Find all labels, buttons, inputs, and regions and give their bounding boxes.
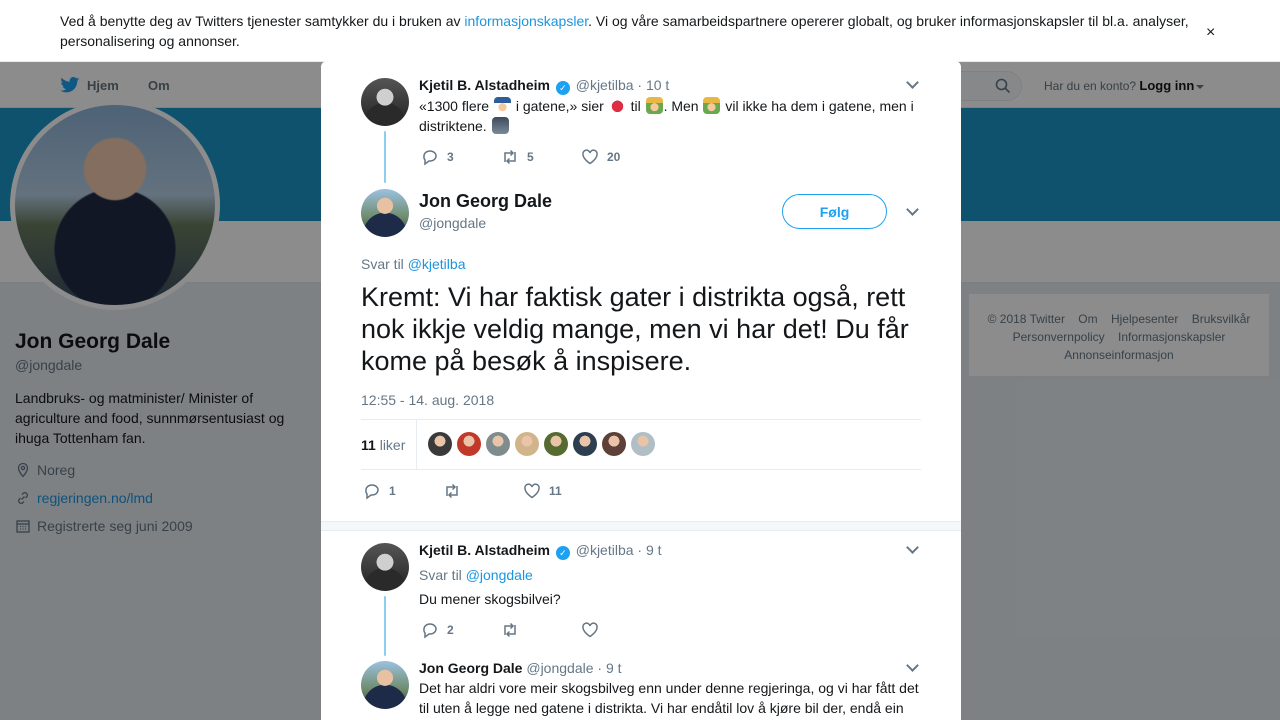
tweet-text-part: i gatene,» sier (511, 98, 608, 114)
tweet-time[interactable]: · 9 t (597, 660, 621, 676)
tweet-author-handle[interactable]: @kjetilba (576, 77, 634, 93)
liker-avatar[interactable] (602, 432, 626, 456)
avatar[interactable] (361, 661, 409, 709)
liker-avatar[interactable] (457, 432, 481, 456)
cookie-text-start: Ved å benytte deg av Twitters tjenester … (60, 13, 465, 29)
chevron-down-icon[interactable] (906, 541, 919, 554)
reply-prefix: Svar til (419, 567, 466, 583)
tweet-author-name[interactable]: Jon Georg Dale (419, 191, 552, 212)
reply-prefix: Svar til (361, 256, 408, 272)
tweet-author-name[interactable]: Kjetil B. Alstadheim (419, 542, 550, 558)
tweet-timestamp[interactable]: 12:55 - 14. aug. 2018 (361, 392, 494, 408)
verified-badge-icon: ✓ (555, 546, 570, 560)
reply-icon (423, 623, 437, 639)
tweet-author-handle[interactable]: @jongdale (526, 660, 593, 676)
retweet-icon (446, 483, 458, 499)
avatar[interactable] (361, 543, 409, 591)
chevron-down-icon[interactable] (906, 76, 919, 89)
reply-to-link[interactable]: @jongdale (466, 567, 533, 583)
avatar[interactable] (361, 78, 409, 126)
likes-label: liker (375, 437, 406, 453)
retweet-icon (504, 149, 516, 165)
like-button[interactable]: 20 (581, 148, 661, 166)
likers-avatars (428, 432, 655, 456)
tweet-header: Jon Georg Dale @jongdale · 9 t (419, 660, 622, 676)
tweet-text: Du mener skogsbilvei? (419, 591, 561, 607)
apple-emoji-icon (608, 97, 626, 114)
liker-avatar[interactable] (631, 432, 655, 456)
liker-avatar[interactable] (544, 432, 568, 456)
reply-count: 3 (447, 150, 454, 164)
retweet-count: 5 (527, 150, 534, 164)
cookie-text: Ved å benytte deg av Twitters tjenester … (60, 11, 1200, 51)
like-count: 11 (549, 484, 562, 498)
reply-icon (423, 150, 437, 166)
police-officer-emoji-icon (493, 97, 511, 114)
farmer-emoji-icon (703, 97, 721, 114)
like-button[interactable] (581, 621, 661, 639)
like-count: 20 (607, 150, 621, 164)
retweet-button[interactable] (501, 621, 581, 639)
reply-count: 1 (389, 484, 396, 498)
reply-button[interactable]: 1 (363, 482, 443, 500)
farmer-emoji-icon (645, 97, 663, 114)
tweet-modal: Kjetil B. Alstadheim ✓ @kjetilba · 10 t … (321, 61, 961, 720)
follow-button[interactable]: Følg (782, 194, 887, 229)
tweet-text-part: «1300 flere (419, 98, 493, 114)
avatar[interactable] (361, 189, 409, 237)
tweet-author-name[interactable]: Kjetil B. Alstadheim (419, 77, 550, 93)
heart-icon (524, 483, 540, 499)
liker-avatar[interactable] (428, 432, 452, 456)
heart-icon (582, 149, 598, 165)
verified-badge-icon: ✓ (555, 81, 570, 95)
tweet-actions: 3 5 20 (421, 148, 661, 166)
tweet-stats: 11 liker (361, 419, 921, 470)
reply-button[interactable]: 2 (421, 621, 501, 639)
tweet-text: Kremt: Vi har faktisk gater i distrikta … (361, 282, 909, 376)
chevron-down-icon[interactable] (906, 659, 919, 672)
reply-button[interactable]: 3 (421, 148, 501, 166)
ghost-emoji-icon (491, 117, 509, 134)
liker-avatar[interactable] (486, 432, 510, 456)
thread-line (384, 131, 386, 183)
tweet-header: Kjetil B. Alstadheim ✓ @kjetilba · 9 t (419, 542, 662, 560)
reply-count: 2 (447, 623, 454, 637)
likes-number: 11 (361, 437, 376, 453)
heart-icon (582, 622, 598, 638)
thread-line (384, 596, 386, 656)
tweet-actions: 2 (421, 621, 661, 639)
liker-avatar[interactable] (515, 432, 539, 456)
reply-context: Svar til @kjetilba (361, 256, 465, 272)
replies-separator (321, 521, 961, 531)
tweet-text-part: . Men (663, 98, 703, 114)
tweet-author-name[interactable]: Jon Georg Dale (419, 660, 522, 676)
cookie-close-icon[interactable]: × (1206, 24, 1215, 42)
cookie-banner: Ved å benytte deg av Twitters tjenester … (0, 0, 1280, 62)
tweet-author-handle[interactable]: @kjetilba (576, 542, 634, 558)
divider (416, 420, 417, 469)
retweet-icon (504, 622, 516, 638)
tweet-text-part: til (626, 98, 645, 114)
tweet-text: Det har aldri vore meir skogsbilveg enn … (419, 680, 919, 716)
modal-close-icon[interactable]: ✕ (1234, 10, 1257, 40)
tweet-time[interactable]: · 9 t (637, 542, 661, 558)
reply-context: Svar til @jongdale (419, 567, 533, 583)
retweet-button[interactable]: 5 (501, 148, 581, 166)
tweet-actions: 1 11 (363, 482, 603, 500)
tweet-text: «1300 flere i gatene,» sier til . Men vi… (419, 96, 924, 136)
reply-icon (365, 484, 379, 500)
tweet-author-handle[interactable]: @jongdale (419, 215, 486, 231)
chevron-down-icon[interactable] (906, 203, 919, 216)
likes-count[interactable]: 11 liker (361, 437, 405, 453)
retweet-button[interactable] (443, 482, 523, 500)
tweet-time[interactable]: · 10 t (637, 77, 669, 93)
cookie-link[interactable]: informasjonskapsler (464, 13, 588, 29)
tweet-header: Kjetil B. Alstadheim ✓ @kjetilba · 10 t (419, 77, 669, 95)
liker-avatar[interactable] (573, 432, 597, 456)
reply-to-link[interactable]: @kjetilba (408, 256, 466, 272)
like-button[interactable]: 11 (523, 482, 603, 500)
